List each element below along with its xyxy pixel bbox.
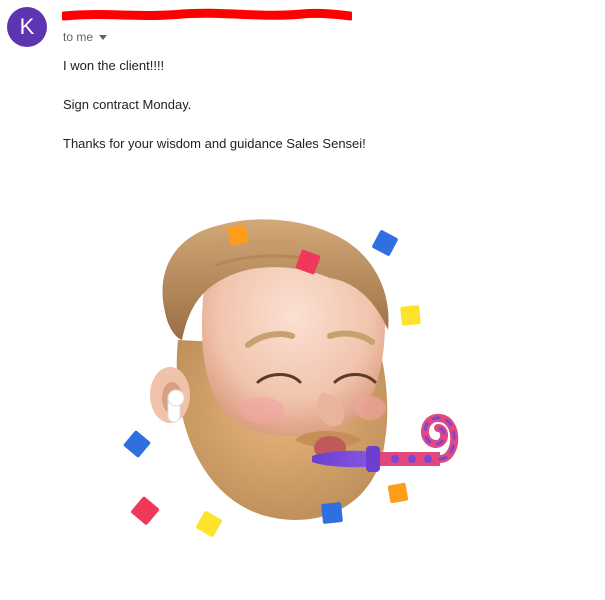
recipient-details[interactable]: to me [63,30,108,44]
redaction-scribble [62,8,352,21]
sender-name-redacted [62,6,352,26]
message-line: Thanks for your wisdom and guidance Sale… [63,136,366,151]
message-line: I won the client!!!! [63,58,165,73]
recipient-label: to me [63,30,94,44]
message-body: I won the client!!!! Sign contract Monda… [63,57,366,174]
avatar-letter: K [19,14,35,39]
chevron-down-icon[interactable] [99,34,108,40]
sender-avatar[interactable]: K [7,7,47,47]
message-line: Sign contract Monday. [63,97,192,112]
